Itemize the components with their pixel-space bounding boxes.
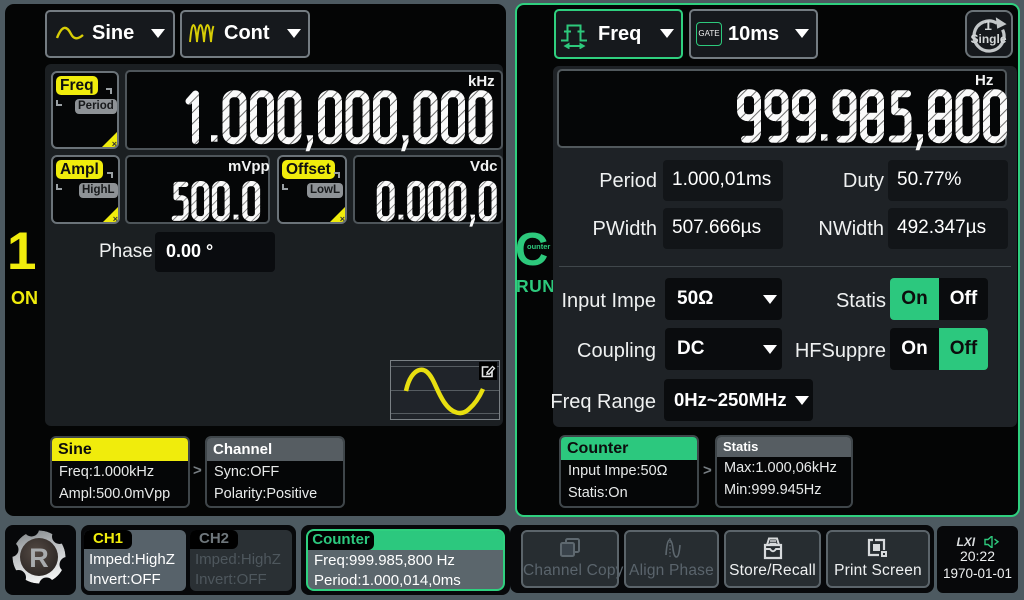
svg-text:Single: Single	[970, 32, 1006, 46]
svg-text:1: 1	[984, 17, 992, 33]
svg-text:R: R	[29, 543, 49, 573]
